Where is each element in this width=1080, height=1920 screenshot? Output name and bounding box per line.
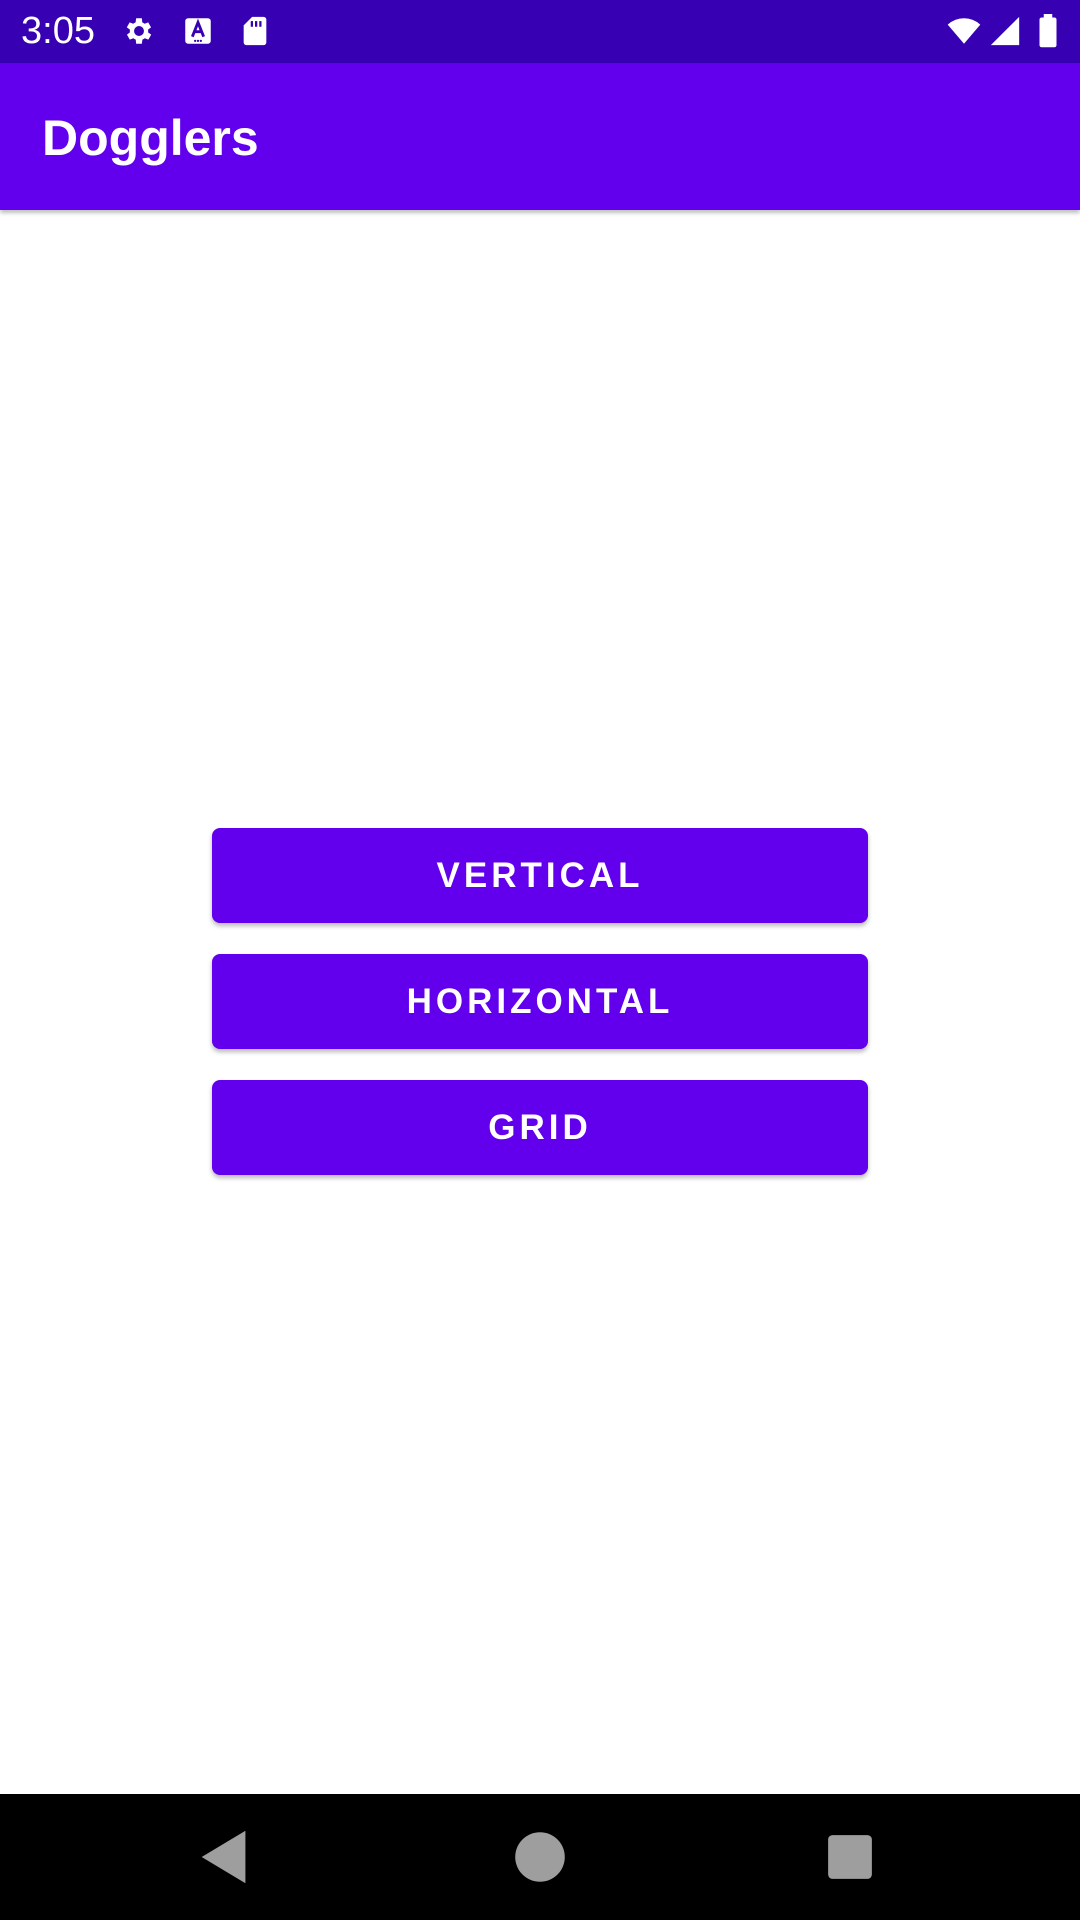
home-icon[interactable] [505, 1822, 575, 1892]
keyboard-a-icon [181, 14, 215, 48]
app-title: Dogglers [42, 110, 259, 166]
status-bar: 3:05 [0, 0, 1080, 63]
battery-icon [1036, 14, 1060, 48]
grid-button[interactable]: GRID [212, 1080, 868, 1175]
settings-icon [122, 14, 156, 48]
app-bar: Dogglers [0, 63, 1080, 210]
back-icon[interactable] [190, 1822, 260, 1892]
status-time: 3:05 [21, 10, 95, 52]
navigation-bar [0, 1794, 1080, 1920]
wifi-icon [944, 14, 984, 48]
sd-card-icon [238, 14, 272, 48]
vertical-button[interactable]: VERTICAL [212, 828, 868, 923]
cell-signal-icon [988, 14, 1022, 48]
recents-icon[interactable] [815, 1822, 885, 1892]
horizontal-button[interactable]: HORIZONTAL [212, 954, 868, 1049]
